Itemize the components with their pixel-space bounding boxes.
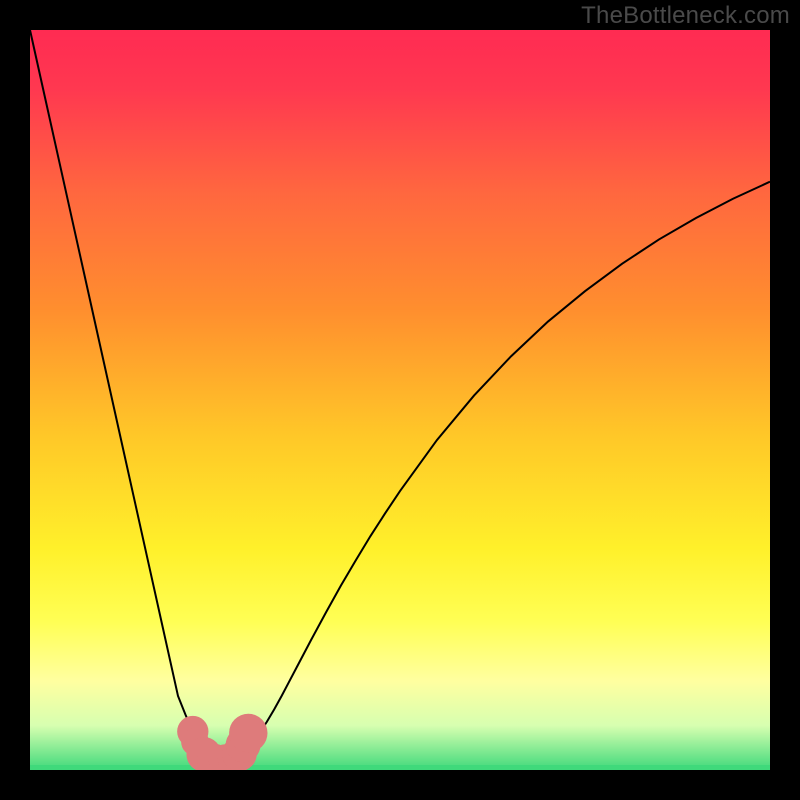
baseline-band [30,765,770,770]
heat-gradient-background [30,30,770,770]
annotation-dot [229,714,267,752]
bottleneck-chart [30,30,770,770]
watermark-text: TheBottleneck.com [581,2,790,30]
chart-frame: TheBottleneck.com [0,0,800,800]
plot-area [30,30,770,770]
